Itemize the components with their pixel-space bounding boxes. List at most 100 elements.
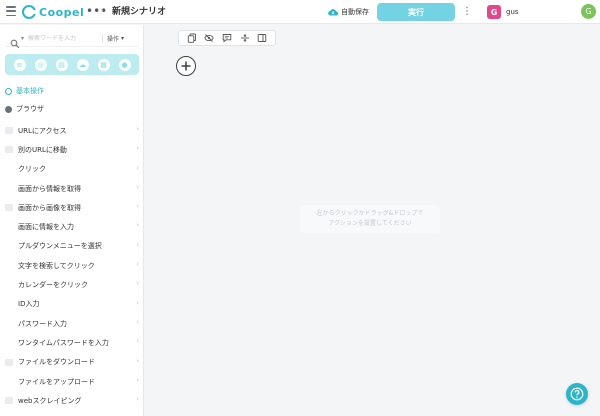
search-input[interactable] <box>28 35 101 42</box>
action-sidebar: ▾ 操作 ▾ ≡ ◎ ▤ ☁ ▦ ● 基本操作 ブラウザ URLにアクセス › 別… <box>0 25 144 416</box>
action-item[interactable]: 画面に情報を入力 › <box>0 217 143 236</box>
split-icon[interactable] <box>239 32 251 44</box>
action-label: ID入力 <box>18 300 40 309</box>
scenario-canvas[interactable]: 左からクリックかドラッグ&ドロップで アクションを設置してください <box>145 25 600 416</box>
action-item[interactable]: クリック › <box>0 160 143 179</box>
chevron-right-icon: › <box>136 375 139 384</box>
action-item[interactable]: 画面から画像を取得 › <box>0 198 143 217</box>
globe-icon <box>5 105 12 113</box>
scenario-title[interactable]: 新規シナリオ <box>112 5 166 19</box>
chevron-right-icon: › <box>136 260 139 269</box>
file-icon[interactable]: ▤ <box>55 58 68 71</box>
action-item[interactable]: ファイルをダウンロード › <box>0 353 143 372</box>
action-item[interactable]: プルダウンメニューを選択 › <box>0 237 143 256</box>
action-item[interactable]: 別のURLに移動 › <box>0 140 143 159</box>
hide-icon[interactable] <box>203 32 215 44</box>
cloud-icon[interactable]: ☁ <box>76 58 89 71</box>
chevron-right-icon: › <box>136 182 139 191</box>
gear-icon <box>5 87 12 95</box>
search-scope-select[interactable]: 操作 ▾ <box>102 34 124 43</box>
autosave-label: 自動保存 <box>341 8 369 16</box>
action-label: URLにアクセス <box>18 126 67 135</box>
action-label: プルダウンメニューを選択 <box>18 242 102 251</box>
user-icon[interactable]: ● <box>118 58 131 71</box>
action-icon <box>5 397 13 405</box>
action-label: ファイルをアップロード <box>18 377 95 386</box>
logo-mark-icon <box>22 5 37 19</box>
group-label: 基本操作 <box>16 87 44 95</box>
group-basic-operations[interactable]: 基本操作 <box>5 84 44 98</box>
chevron-right-icon: › <box>136 279 139 288</box>
comment-icon[interactable] <box>221 32 233 44</box>
user-avatar[interactable]: G <box>581 4 596 19</box>
chevron-right-icon: › <box>136 221 139 230</box>
action-label: 文字を検索してクリック <box>18 261 95 270</box>
chevron-right-icon: › <box>136 317 139 326</box>
hint-line-1: 左からクリックかドラッグ&ドロップで <box>316 210 424 217</box>
chevron-right-icon: › <box>136 298 139 307</box>
chevron-right-icon: › <box>136 163 139 172</box>
coopel-logo[interactable]: Coopel <box>22 4 84 20</box>
autosave-status: 自動保存 <box>328 6 369 18</box>
workspace-name[interactable]: gus <box>506 6 519 18</box>
chevron-down-icon: ▾ <box>121 35 125 42</box>
action-label: ファイルをダウンロード <box>18 358 95 367</box>
question-icon <box>570 387 584 401</box>
app-root: Coopel ••• › 新規シナリオ 自動保存 実行 ⋮ G gus G ▾ … <box>0 0 600 416</box>
empty-canvas-hint: 左からクリックかドラッグ&ドロップで アクションを設置してください <box>300 205 440 233</box>
chevron-right-icon: › <box>136 144 139 153</box>
action-list: URLにアクセス › 別のURLに移動 › クリック › 画面から情報を取得 › 画面か… <box>0 121 143 410</box>
breadcrumb-separator-icon: › <box>100 6 104 16</box>
chevron-right-icon: › <box>136 337 139 346</box>
workspace-badge[interactable]: G <box>487 5 501 19</box>
plus-icon <box>181 61 191 71</box>
chevron-right-icon: › <box>136 125 139 133</box>
search-icon[interactable] <box>10 34 20 48</box>
panel-icon[interactable] <box>256 32 268 44</box>
action-icon <box>5 204 13 212</box>
search-scope-caret-icon[interactable]: ▾ <box>21 35 24 42</box>
action-item[interactable]: パスワード入力 › <box>0 314 143 333</box>
action-label: 画面に情報を入力 <box>18 223 74 232</box>
action-item[interactable]: ワンタイムパスワードを入力 › <box>0 333 143 352</box>
more-vertical-icon[interactable]: ⋮ <box>462 5 472 19</box>
action-item[interactable]: 画面から情報を取得 › <box>0 179 143 198</box>
action-label: 別のURLに移動 <box>18 145 67 154</box>
menu-icon[interactable] <box>6 6 16 16</box>
top-header: Coopel ••• › 新規シナリオ 自動保存 実行 ⋮ G gus G <box>0 0 600 24</box>
action-item[interactable]: ID入力 › <box>0 295 143 314</box>
action-icon <box>5 358 13 366</box>
action-label: webスクレイピング <box>18 396 82 405</box>
action-item[interactable]: ファイルをアップロード › <box>0 372 143 391</box>
action-item[interactable]: 文字を検索してクリック › <box>0 256 143 275</box>
group-browser[interactable]: ブラウザ <box>5 102 44 116</box>
browser-icon[interactable]: ◎ <box>34 58 47 71</box>
category-filter-bar: ≡ ◎ ▤ ☁ ▦ ● <box>5 54 139 75</box>
chevron-right-icon: › <box>136 240 139 249</box>
spreadsheet-icon[interactable]: ▦ <box>97 58 110 71</box>
run-button[interactable]: 実行 <box>377 3 455 21</box>
add-action-button[interactable] <box>176 56 196 76</box>
all-icon[interactable]: ≡ <box>13 58 26 71</box>
action-icon <box>5 127 13 134</box>
copy-icon[interactable] <box>186 32 198 44</box>
action-label: カレンダーをクリック <box>18 281 88 290</box>
action-label: パスワード入力 <box>18 319 67 328</box>
action-item[interactable]: URLにアクセス › <box>0 121 143 140</box>
group-label: ブラウザ <box>16 105 44 113</box>
logo-text: Coopel <box>39 5 85 19</box>
action-label: 画面から画像を取得 <box>18 203 81 212</box>
action-item[interactable]: webスクレイピング › <box>0 391 143 410</box>
cloud-icon <box>328 8 338 16</box>
help-button[interactable] <box>566 383 588 405</box>
canvas-toolbar <box>178 30 276 46</box>
search-bar: ▾ 操作 ▾ <box>5 31 139 48</box>
hint-line-2: アクションを設置してください <box>328 220 412 227</box>
action-item[interactable]: カレンダーをクリック › <box>0 275 143 294</box>
action-icon <box>5 146 13 154</box>
chevron-right-icon: › <box>136 202 139 211</box>
action-label: クリック <box>18 165 46 174</box>
chevron-right-icon: › <box>136 395 139 404</box>
search-scope-label: 操作 <box>107 36 120 43</box>
action-label: ワンタイムパスワードを入力 <box>18 338 109 347</box>
